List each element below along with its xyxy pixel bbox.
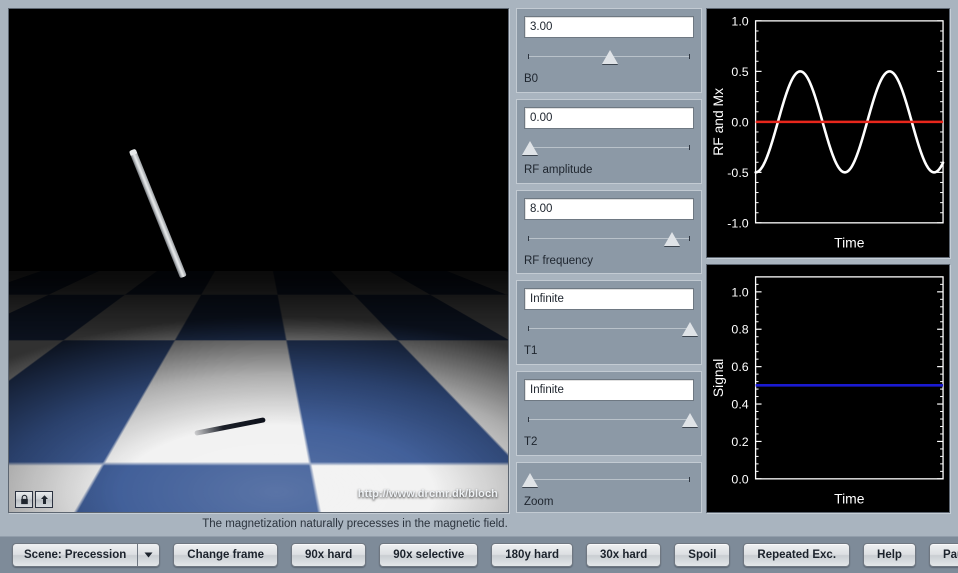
rf-amplitude-slider-track (528, 147, 690, 148)
svg-text:0.8: 0.8 (731, 322, 748, 336)
pause-button[interactable]: Pause (929, 543, 958, 567)
rf-frequency-label: RF frequency (524, 255, 694, 267)
help-button[interactable]: Help (863, 543, 916, 567)
svg-text:1.0: 1.0 (731, 285, 748, 299)
t2-slider-thumb[interactable] (682, 413, 698, 427)
svg-text:Time: Time (834, 235, 865, 251)
plot-column: -1.0 -0.5 0.0 0.5 1.0 RF and Mx Time 0.0 0.2 0.4… (706, 8, 950, 513)
b0-slider[interactable] (524, 49, 694, 71)
signal-plot: 0.0 0.2 0.4 0.6 0.8 1.0 Signal Time (706, 264, 950, 514)
b0-slider-thumb[interactable] (602, 50, 618, 64)
zoom-label: Zoom (524, 496, 694, 508)
svg-text:0.4: 0.4 (731, 397, 748, 411)
svg-text:-1.0: -1.0 (727, 216, 748, 230)
rf-frequency-slider-thumb[interactable] (664, 232, 680, 246)
scene-dropdown[interactable]: Scene: Precession (12, 543, 160, 567)
repeated-exc-button[interactable]: Repeated Exc. (743, 543, 850, 567)
rf-amplitude-slider-thumb[interactable] (522, 141, 538, 155)
3d-viewport[interactable]: http://www.drcmr.dk/bloch (8, 8, 509, 513)
svg-text:0.0: 0.0 (731, 115, 748, 129)
rf-amplitude-slider[interactable] (524, 140, 694, 162)
control-group-rf-amplitude: RF amplitude (516, 99, 702, 184)
magnetization-vector-tip (129, 149, 137, 156)
t1-input[interactable] (524, 288, 694, 310)
180y-hard-button[interactable]: 180y hard (491, 543, 573, 567)
svg-text:Time: Time (834, 490, 865, 506)
svg-text:RF and Mx: RF and Mx (710, 88, 726, 156)
svg-text:Signal: Signal (710, 358, 726, 396)
rf-frequency-input[interactable] (524, 198, 694, 220)
control-group-zoom: Zoom (516, 462, 702, 513)
watermark-url: http://www.drcmr.dk/bloch (358, 488, 498, 500)
t2-slider-track (528, 419, 690, 420)
svg-text:0.0: 0.0 (731, 472, 748, 486)
b0-label: B0 (524, 73, 694, 85)
svg-text:0.5: 0.5 (731, 65, 748, 79)
control-group-t2: T2 (516, 371, 702, 456)
t2-label: T2 (524, 436, 694, 448)
t1-slider-thumb[interactable] (682, 322, 698, 336)
svg-text:1.0: 1.0 (731, 14, 748, 28)
status-message: The magnetization naturally precesses in… (8, 515, 702, 533)
rf-amplitude-input[interactable] (524, 107, 694, 129)
rf-mx-plot: -1.0 -0.5 0.0 0.5 1.0 RF and Mx Time (706, 8, 950, 258)
spoil-button[interactable]: Spoil (674, 543, 730, 567)
change-frame-button[interactable]: Change frame (173, 543, 278, 567)
zoom-slider-thumb[interactable] (522, 473, 538, 487)
bloch-simulator-window: http://www.drcmr.dk/bloch B0 (0, 0, 958, 573)
t1-slider-track (528, 328, 690, 329)
control-group-b0: B0 (516, 8, 702, 93)
t1-label: T1 (524, 345, 694, 357)
rf-frequency-slider[interactable] (524, 231, 694, 253)
bottom-toolbar: Scene: Precession Change frame 90x hard … (0, 536, 958, 573)
zoom-slider-track (528, 479, 690, 480)
t2-input[interactable] (524, 379, 694, 401)
control-group-t1: T1 (516, 280, 702, 365)
b0-input[interactable] (524, 16, 694, 38)
90x-selective-button[interactable]: 90x selective (379, 543, 478, 567)
t1-slider[interactable] (524, 321, 694, 343)
control-group-rf-frequency: RF frequency (516, 190, 702, 275)
zoom-slider[interactable] (524, 472, 694, 494)
svg-text:0.2: 0.2 (731, 434, 748, 448)
svg-text:-0.5: -0.5 (727, 166, 748, 180)
90x-hard-button[interactable]: 90x hard (291, 543, 366, 567)
up-arrow-icon[interactable] (35, 491, 53, 508)
rf-amplitude-label: RF amplitude (524, 164, 694, 176)
chevron-down-icon[interactable] (137, 543, 160, 567)
t2-slider[interactable] (524, 412, 694, 434)
scene-dropdown-label[interactable]: Scene: Precession (12, 543, 137, 567)
30x-hard-button[interactable]: 30x hard (586, 543, 661, 567)
checkerboard-floor (8, 271, 509, 512)
parameter-controls: B0 RF amplitude RF frequency T1 (516, 8, 702, 513)
lock-icon[interactable] (15, 491, 33, 508)
viewport-tool-buttons (15, 491, 53, 508)
svg-text:0.6: 0.6 (731, 360, 748, 374)
